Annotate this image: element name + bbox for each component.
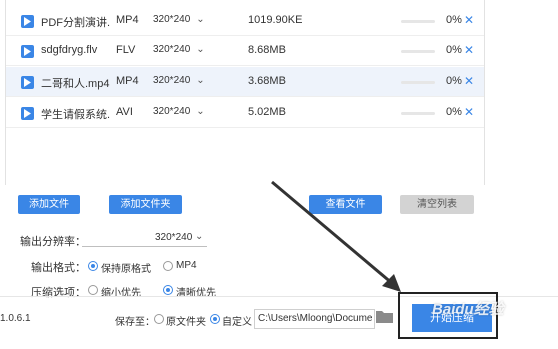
app-window: PDF分割演讲... MP4 320*240 ⌄ 1019.90KE 0% ✕ s… <box>0 0 558 349</box>
annotation-arrow <box>271 180 401 292</box>
